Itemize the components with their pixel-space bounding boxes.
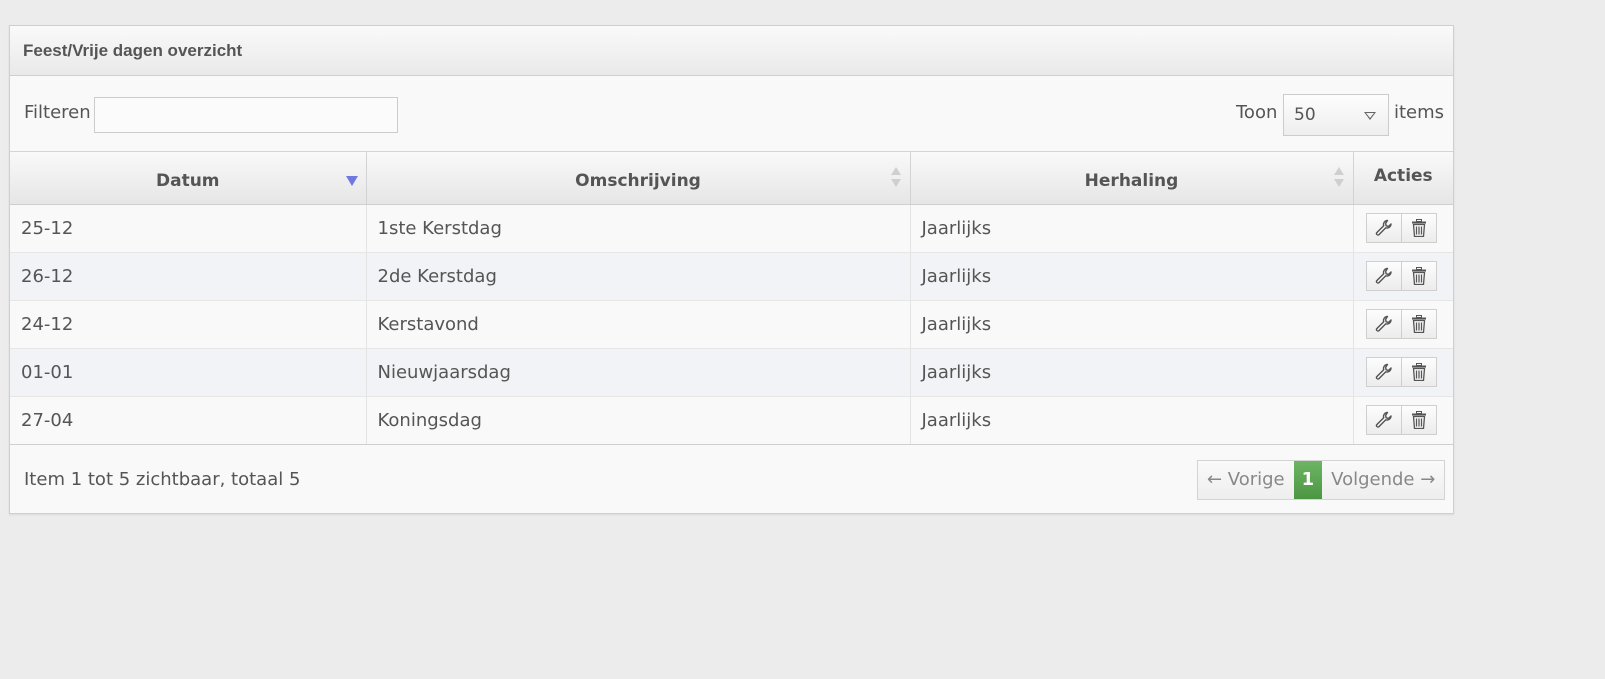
pagination: ← Vorige 1 Volgende → — [1197, 459, 1446, 500]
table-header-row: Datum Omschrijving Herhaling Acties — [10, 152, 1453, 205]
table-row: 01-01 Nieuwjaarsdag Jaarlijks — [10, 348, 1454, 397]
wrench-icon — [1375, 267, 1392, 284]
cell-acties — [1353, 348, 1454, 397]
table-footer: Item 1 tot 5 zichtbaar, totaal 5 ← Vorig… — [10, 445, 1453, 515]
column-label-herhaling: Herhaling — [1084, 170, 1179, 191]
sort-both-icon — [890, 167, 901, 187]
row-actions — [1365, 213, 1454, 243]
edit-button[interactable] — [1365, 309, 1402, 339]
cell-herhaling: Jaarlijks — [910, 348, 1354, 397]
page-size-label: Toon — [1236, 102, 1278, 123]
cell-omschrijving: Kerstavond — [366, 300, 911, 349]
column-header-datum[interactable]: Datum — [10, 152, 367, 205]
cell-omschrijving: 2de Kerstdag — [366, 252, 911, 301]
filter-label: Filteren — [24, 102, 91, 123]
cell-omschrijving: Nieuwjaarsdag — [366, 348, 911, 397]
cell-omschrijving: 1ste Kerstdag — [366, 204, 911, 253]
cell-herhaling: Jaarlijks — [910, 252, 1354, 301]
edit-button[interactable] — [1365, 261, 1402, 291]
column-header-omschrijving[interactable]: Omschrijving — [366, 152, 911, 205]
trash-icon — [1411, 363, 1426, 381]
page-size-value: 50 — [1294, 105, 1316, 125]
delete-button[interactable] — [1401, 357, 1437, 387]
delete-button[interactable] — [1401, 213, 1437, 243]
cell-herhaling: Jaarlijks — [910, 396, 1354, 445]
trash-icon — [1411, 411, 1426, 429]
panel-header: Feest/Vrije dagen overzicht — [10, 26, 1453, 76]
column-header-acties: Acties — [1353, 152, 1453, 205]
delete-button[interactable] — [1401, 405, 1437, 435]
panel-title: Feest/Vrije dagen overzicht — [23, 40, 243, 60]
table-toolbar: Filteren Toon 50 items — [10, 76, 1453, 152]
page-size-select[interactable]: 50 — [1283, 94, 1389, 136]
chevron-down-icon — [1364, 112, 1376, 120]
filter-input[interactable] — [94, 97, 398, 133]
cell-datum: 26-12 — [10, 252, 367, 301]
cell-acties — [1353, 396, 1454, 445]
cell-datum: 27-04 — [10, 396, 367, 445]
cell-datum: 25-12 — [10, 204, 367, 253]
table-row: 24-12 Kerstavond Jaarlijks — [10, 300, 1454, 349]
prev-page-button[interactable]: ← Vorige — [1198, 461, 1294, 499]
trash-icon — [1411, 219, 1426, 237]
sort-both-icon — [1333, 167, 1344, 187]
delete-button[interactable] — [1401, 309, 1437, 339]
column-header-herhaling[interactable]: Herhaling — [910, 152, 1354, 205]
pagination-info: Item 1 tot 5 zichtbaar, totaal 5 — [24, 468, 301, 490]
table-row: 26-12 2de Kerstdag Jaarlijks — [10, 252, 1454, 301]
table-row: 27-04 Koningsdag Jaarlijks — [10, 396, 1454, 445]
holidays-panel: Feest/Vrije dagen overzicht Filteren Too… — [9, 25, 1454, 514]
edit-button[interactable] — [1365, 357, 1402, 387]
row-actions — [1365, 309, 1454, 339]
column-label-omschrijving: Omschrijving — [575, 170, 701, 191]
row-actions — [1365, 405, 1454, 435]
cell-acties — [1353, 300, 1454, 349]
edit-button[interactable] — [1365, 405, 1402, 435]
table-row: 25-12 1ste Kerstdag Jaarlijks — [10, 204, 1454, 253]
items-label: items — [1394, 102, 1445, 123]
wrench-icon — [1375, 363, 1392, 380]
cell-herhaling: Jaarlijks — [910, 300, 1354, 349]
cell-acties — [1353, 252, 1454, 301]
next-page-button[interactable]: Volgende → — [1322, 461, 1444, 499]
edit-button[interactable] — [1365, 213, 1402, 243]
cell-datum: 01-01 — [10, 348, 367, 397]
wrench-icon — [1375, 219, 1392, 236]
delete-button[interactable] — [1401, 261, 1437, 291]
row-actions — [1365, 357, 1454, 387]
cell-acties — [1353, 204, 1454, 253]
cell-omschrijving: Koningsdag — [366, 396, 911, 445]
holidays-table: Datum Omschrijving Herhaling Acties 25-1… — [10, 152, 1453, 445]
trash-icon — [1411, 267, 1426, 285]
trash-icon — [1411, 315, 1426, 333]
wrench-icon — [1375, 411, 1392, 428]
sort-desc-icon — [345, 176, 358, 186]
page-button-current[interactable]: 1 — [1293, 460, 1323, 499]
cell-herhaling: Jaarlijks — [910, 204, 1354, 253]
row-actions — [1365, 261, 1454, 291]
column-label-datum: Datum — [155, 170, 220, 191]
wrench-icon — [1375, 315, 1392, 332]
cell-datum: 24-12 — [10, 300, 367, 349]
column-label-acties: Acties — [1373, 166, 1433, 187]
